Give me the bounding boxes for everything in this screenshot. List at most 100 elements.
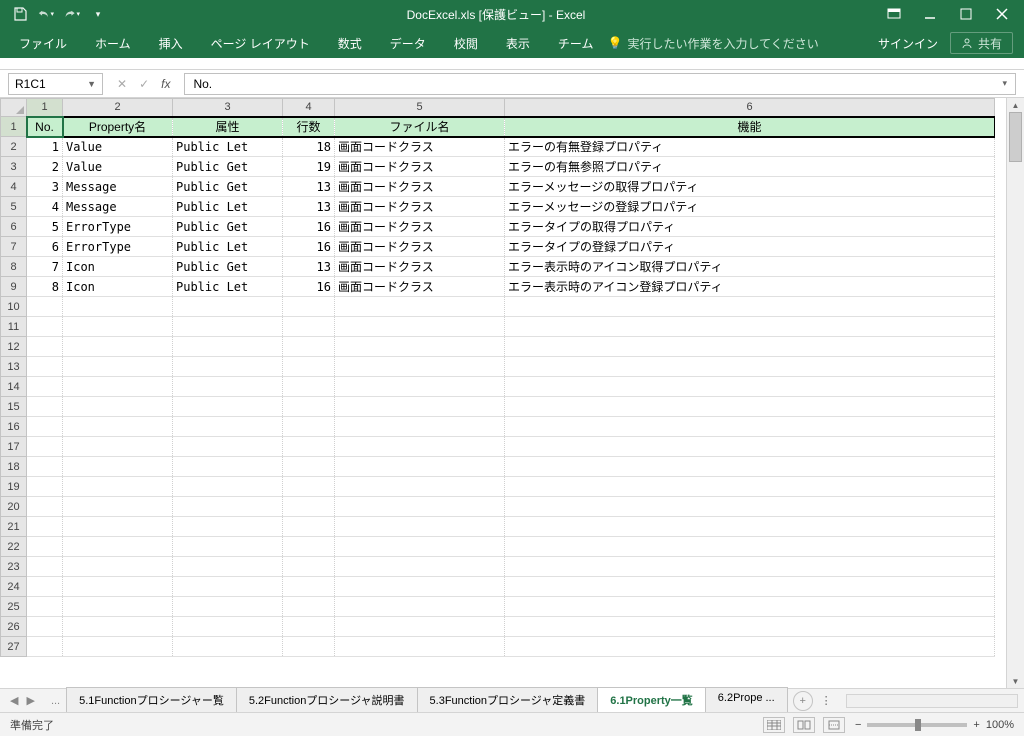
table-cell[interactable]: ErrorType — [63, 217, 173, 237]
row-header[interactable]: 4 — [1, 177, 27, 197]
empty-cell[interactable] — [63, 357, 173, 377]
empty-cell[interactable] — [283, 317, 335, 337]
scroll-down-icon[interactable]: ▼ — [1007, 674, 1024, 688]
empty-cell[interactable] — [283, 417, 335, 437]
row-header[interactable]: 23 — [1, 557, 27, 577]
empty-cell[interactable] — [283, 637, 335, 657]
column-header[interactable]: 5 — [335, 99, 505, 117]
column-header[interactable]: 3 — [173, 99, 283, 117]
table-cell[interactable]: 8 — [27, 277, 63, 297]
redo-icon[interactable]: ▾ — [64, 6, 80, 22]
column-header[interactable]: 6 — [505, 99, 995, 117]
empty-cell[interactable] — [335, 497, 505, 517]
table-cell[interactable]: エラーの有無参照プロパティ — [505, 157, 995, 177]
sheet-tabs-more-icon[interactable]: ⋮ — [813, 694, 840, 707]
scroll-thumb[interactable] — [1009, 112, 1022, 162]
empty-cell[interactable] — [173, 597, 283, 617]
empty-cell[interactable] — [63, 297, 173, 317]
table-header-cell[interactable]: Property名 — [63, 117, 173, 137]
row-header[interactable]: 8 — [1, 257, 27, 277]
table-cell[interactable]: エラーメッセージの取得プロパティ — [505, 177, 995, 197]
empty-cell[interactable] — [27, 357, 63, 377]
table-cell[interactable]: 18 — [283, 137, 335, 157]
empty-cell[interactable] — [335, 437, 505, 457]
row-header[interactable]: 17 — [1, 437, 27, 457]
ribbon-tab-view[interactable]: 表示 — [492, 28, 544, 58]
empty-cell[interactable] — [63, 377, 173, 397]
empty-cell[interactable] — [505, 497, 995, 517]
empty-cell[interactable] — [63, 577, 173, 597]
empty-cell[interactable] — [283, 617, 335, 637]
empty-cell[interactable] — [283, 497, 335, 517]
row-header[interactable]: 26 — [1, 617, 27, 637]
ribbon-tab-file[interactable]: ファイル — [5, 28, 81, 58]
row-header[interactable]: 18 — [1, 457, 27, 477]
zoom-out-icon[interactable]: − — [855, 719, 861, 731]
table-cell[interactable]: 画面コードクラス — [335, 277, 505, 297]
sheet-nav-prev-icon[interactable]: ◀ — [10, 694, 18, 707]
empty-cell[interactable] — [173, 617, 283, 637]
empty-cell[interactable] — [335, 577, 505, 597]
table-cell[interactable]: エラー表示時のアイコン取得プロパティ — [505, 257, 995, 277]
empty-cell[interactable] — [27, 477, 63, 497]
table-cell[interactable]: 6 — [27, 237, 63, 257]
empty-cell[interactable] — [173, 357, 283, 377]
empty-cell[interactable] — [505, 317, 995, 337]
empty-cell[interactable] — [173, 377, 283, 397]
empty-cell[interactable] — [27, 517, 63, 537]
row-header[interactable]: 11 — [1, 317, 27, 337]
row-header[interactable]: 16 — [1, 417, 27, 437]
empty-cell[interactable] — [505, 337, 995, 357]
table-cell[interactable]: Message — [63, 197, 173, 217]
empty-cell[interactable] — [63, 457, 173, 477]
empty-cell[interactable] — [173, 637, 283, 657]
empty-cell[interactable] — [283, 557, 335, 577]
sheet-tab[interactable]: 6.1Property一覧 — [597, 687, 706, 714]
view-pagebreak-icon[interactable] — [823, 717, 845, 733]
empty-cell[interactable] — [27, 617, 63, 637]
empty-cell[interactable] — [27, 377, 63, 397]
table-cell[interactable]: 画面コードクラス — [335, 217, 505, 237]
empty-cell[interactable] — [505, 617, 995, 637]
row-header[interactable]: 5 — [1, 197, 27, 217]
empty-cell[interactable] — [505, 417, 995, 437]
scroll-up-icon[interactable]: ▲ — [1007, 98, 1024, 112]
sheet-tab[interactable]: 6.2Prope ... — [705, 687, 788, 714]
empty-cell[interactable] — [173, 437, 283, 457]
table-cell[interactable]: 13 — [283, 257, 335, 277]
column-header[interactable]: 1 — [27, 99, 63, 117]
empty-cell[interactable] — [505, 597, 995, 617]
undo-icon[interactable]: ▾ — [38, 6, 54, 22]
empty-cell[interactable] — [27, 397, 63, 417]
empty-cell[interactable] — [173, 577, 283, 597]
row-header[interactable]: 25 — [1, 597, 27, 617]
empty-cell[interactable] — [283, 357, 335, 377]
table-header-cell[interactable]: No. — [27, 117, 63, 137]
sheet-nav-next-icon[interactable]: ▶ — [26, 694, 34, 707]
row-header[interactable]: 21 — [1, 517, 27, 537]
empty-cell[interactable] — [63, 437, 173, 457]
tell-me[interactable]: 💡 実行したい作業を入力してください — [607, 35, 818, 52]
empty-cell[interactable] — [63, 417, 173, 437]
empty-cell[interactable] — [27, 537, 63, 557]
sheet-tab[interactable]: 5.2Functionプロシージャ説明書 — [236, 687, 418, 714]
empty-cell[interactable] — [283, 577, 335, 597]
table-cell[interactable]: 5 — [27, 217, 63, 237]
empty-cell[interactable] — [27, 337, 63, 357]
empty-cell[interactable] — [173, 297, 283, 317]
table-cell[interactable]: Public Let — [173, 197, 283, 217]
table-cell[interactable]: 2 — [27, 157, 63, 177]
empty-cell[interactable] — [283, 397, 335, 417]
empty-cell[interactable] — [63, 617, 173, 637]
empty-cell[interactable] — [505, 297, 995, 317]
row-header[interactable]: 15 — [1, 397, 27, 417]
table-cell[interactable]: 7 — [27, 257, 63, 277]
table-cell[interactable]: Value — [63, 137, 173, 157]
select-all-corner[interactable] — [1, 99, 27, 117]
empty-cell[interactable] — [173, 537, 283, 557]
row-header[interactable]: 24 — [1, 577, 27, 597]
empty-cell[interactable] — [505, 457, 995, 477]
table-cell[interactable]: ErrorType — [63, 237, 173, 257]
empty-cell[interactable] — [173, 317, 283, 337]
ribbon-tab-pagelayout[interactable]: ページ レイアウト — [197, 28, 324, 58]
